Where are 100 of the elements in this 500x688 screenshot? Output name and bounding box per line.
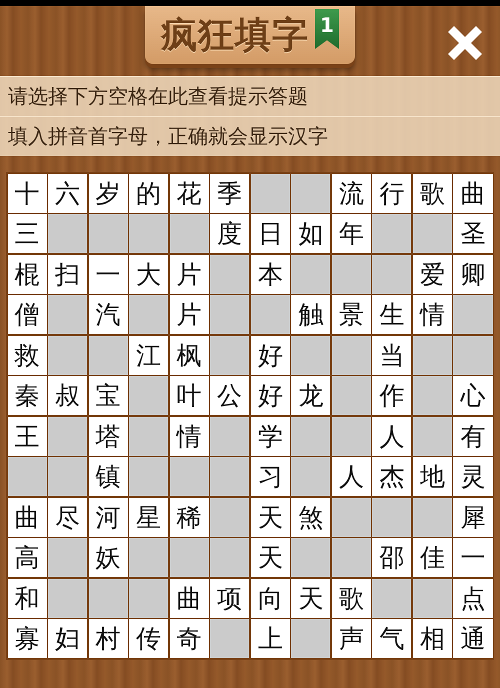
grid-cell[interactable]: 上 <box>250 619 290 658</box>
grid-cell[interactable]: 点 <box>453 578 492 618</box>
grid-cell[interactable]: 寡 <box>8 619 47 658</box>
grid-cell[interactable]: 江 <box>129 336 168 374</box>
grid-cell[interactable]: 叶 <box>170 376 209 415</box>
blank-cell[interactable] <box>129 376 168 415</box>
grid-cell[interactable]: 六 <box>48 174 88 212</box>
grid-cell[interactable]: 枫 <box>170 336 209 374</box>
blank-cell[interactable] <box>412 336 452 374</box>
grid-cell[interactable]: 龙 <box>291 376 330 415</box>
grid-cell[interactable]: 度 <box>210 214 250 253</box>
blank-cell[interactable] <box>250 295 290 334</box>
grid-cell[interactable]: 河 <box>88 498 128 536</box>
blank-cell[interactable] <box>210 295 250 334</box>
grid-cell[interactable]: 通 <box>453 619 492 658</box>
grid-cell[interactable]: 当 <box>372 336 412 374</box>
grid-cell[interactable]: 一 <box>88 254 128 294</box>
blank-cell[interactable] <box>48 214 88 253</box>
blank-cell[interactable] <box>210 336 250 374</box>
blank-cell[interactable] <box>8 457 47 496</box>
grid-cell[interactable]: 向 <box>250 578 290 618</box>
blank-cell[interactable] <box>48 416 88 456</box>
grid-cell[interactable]: 尽 <box>48 498 88 536</box>
grid-cell[interactable]: 项 <box>210 578 250 618</box>
grid-cell[interactable]: 星 <box>129 498 168 536</box>
blank-cell[interactable] <box>250 174 290 212</box>
grid-cell[interactable]: 佳 <box>412 538 452 577</box>
grid-cell[interactable]: 地 <box>412 457 452 496</box>
grid-cell[interactable]: 心 <box>453 376 492 415</box>
grid-cell[interactable]: 塔 <box>88 416 128 456</box>
blank-cell[interactable] <box>129 538 168 577</box>
blank-cell[interactable] <box>170 214 209 253</box>
blank-cell[interactable] <box>129 214 168 253</box>
blank-cell[interactable] <box>332 376 371 415</box>
grid-cell[interactable]: 习 <box>250 457 290 496</box>
grid-cell[interactable]: 公 <box>210 376 250 415</box>
blank-cell[interactable] <box>372 498 412 536</box>
grid-cell[interactable]: 情 <box>170 416 209 456</box>
grid-cell[interactable]: 僧 <box>8 295 47 334</box>
grid-cell[interactable]: 曲 <box>8 498 47 536</box>
grid-cell[interactable]: 气 <box>372 619 412 658</box>
blank-cell[interactable] <box>291 619 330 658</box>
grid-cell[interactable]: 好 <box>250 376 290 415</box>
grid-cell[interactable]: 曲 <box>170 578 209 618</box>
grid-cell[interactable]: 人 <box>332 457 371 496</box>
blank-cell[interactable] <box>129 295 168 334</box>
blank-cell[interactable] <box>332 254 371 294</box>
grid-cell[interactable]: 曲 <box>453 174 492 212</box>
grid-cell[interactable]: 日 <box>250 214 290 253</box>
grid-cell[interactable]: 人 <box>372 416 412 456</box>
grid-cell[interactable]: 犀 <box>453 498 492 536</box>
grid-cell[interactable]: 行 <box>372 174 412 212</box>
blank-cell[interactable] <box>48 295 88 334</box>
grid-cell[interactable]: 作 <box>372 376 412 415</box>
blank-cell[interactable] <box>170 457 209 496</box>
grid-cell[interactable]: 棍 <box>8 254 47 294</box>
grid-cell[interactable]: 花 <box>170 174 209 212</box>
blank-cell[interactable] <box>210 619 250 658</box>
grid-cell[interactable]: 卿 <box>453 254 492 294</box>
blank-cell[interactable] <box>332 498 371 536</box>
grid-cell[interactable]: 情 <box>412 295 452 334</box>
blank-cell[interactable] <box>88 214 128 253</box>
grid-cell[interactable]: 妖 <box>88 538 128 577</box>
grid-cell[interactable]: 救 <box>8 336 47 374</box>
grid-cell[interactable]: 大 <box>129 254 168 294</box>
blank-cell[interactable] <box>291 254 330 294</box>
grid-cell[interactable]: 高 <box>8 538 47 577</box>
blank-cell[interactable] <box>453 295 492 334</box>
grid-cell[interactable]: 季 <box>210 174 250 212</box>
grid-cell[interactable]: 妇 <box>48 619 88 658</box>
blank-cell[interactable] <box>412 376 452 415</box>
blank-cell[interactable] <box>332 416 371 456</box>
blank-cell[interactable] <box>129 578 168 618</box>
grid-cell[interactable]: 稀 <box>170 498 209 536</box>
blank-cell[interactable] <box>291 538 330 577</box>
blank-cell[interactable] <box>210 538 250 577</box>
grid-cell[interactable]: 片 <box>170 295 209 334</box>
blank-cell[interactable] <box>412 416 452 456</box>
blank-cell[interactable] <box>48 336 88 374</box>
grid-cell[interactable]: 奇 <box>170 619 209 658</box>
blank-cell[interactable] <box>412 498 452 536</box>
grid-cell[interactable]: 景 <box>332 295 371 334</box>
blank-cell[interactable] <box>210 457 250 496</box>
blank-cell[interactable] <box>453 336 492 374</box>
grid-cell[interactable]: 片 <box>170 254 209 294</box>
blank-cell[interactable] <box>332 538 371 577</box>
blank-cell[interactable] <box>210 498 250 536</box>
grid-cell[interactable]: 杰 <box>372 457 412 496</box>
grid-cell[interactable]: 和 <box>8 578 47 618</box>
grid-cell[interactable]: 本 <box>250 254 290 294</box>
grid-cell[interactable]: 煞 <box>291 498 330 536</box>
blank-cell[interactable] <box>48 457 88 496</box>
grid-cell[interactable]: 如 <box>291 214 330 253</box>
blank-cell[interactable] <box>291 174 330 212</box>
grid-cell[interactable]: 十 <box>8 174 47 212</box>
grid-cell[interactable]: 学 <box>250 416 290 456</box>
blank-cell[interactable] <box>48 578 88 618</box>
grid-cell[interactable]: 生 <box>372 295 412 334</box>
blank-cell[interactable] <box>372 578 412 618</box>
grid-cell[interactable]: 好 <box>250 336 290 374</box>
